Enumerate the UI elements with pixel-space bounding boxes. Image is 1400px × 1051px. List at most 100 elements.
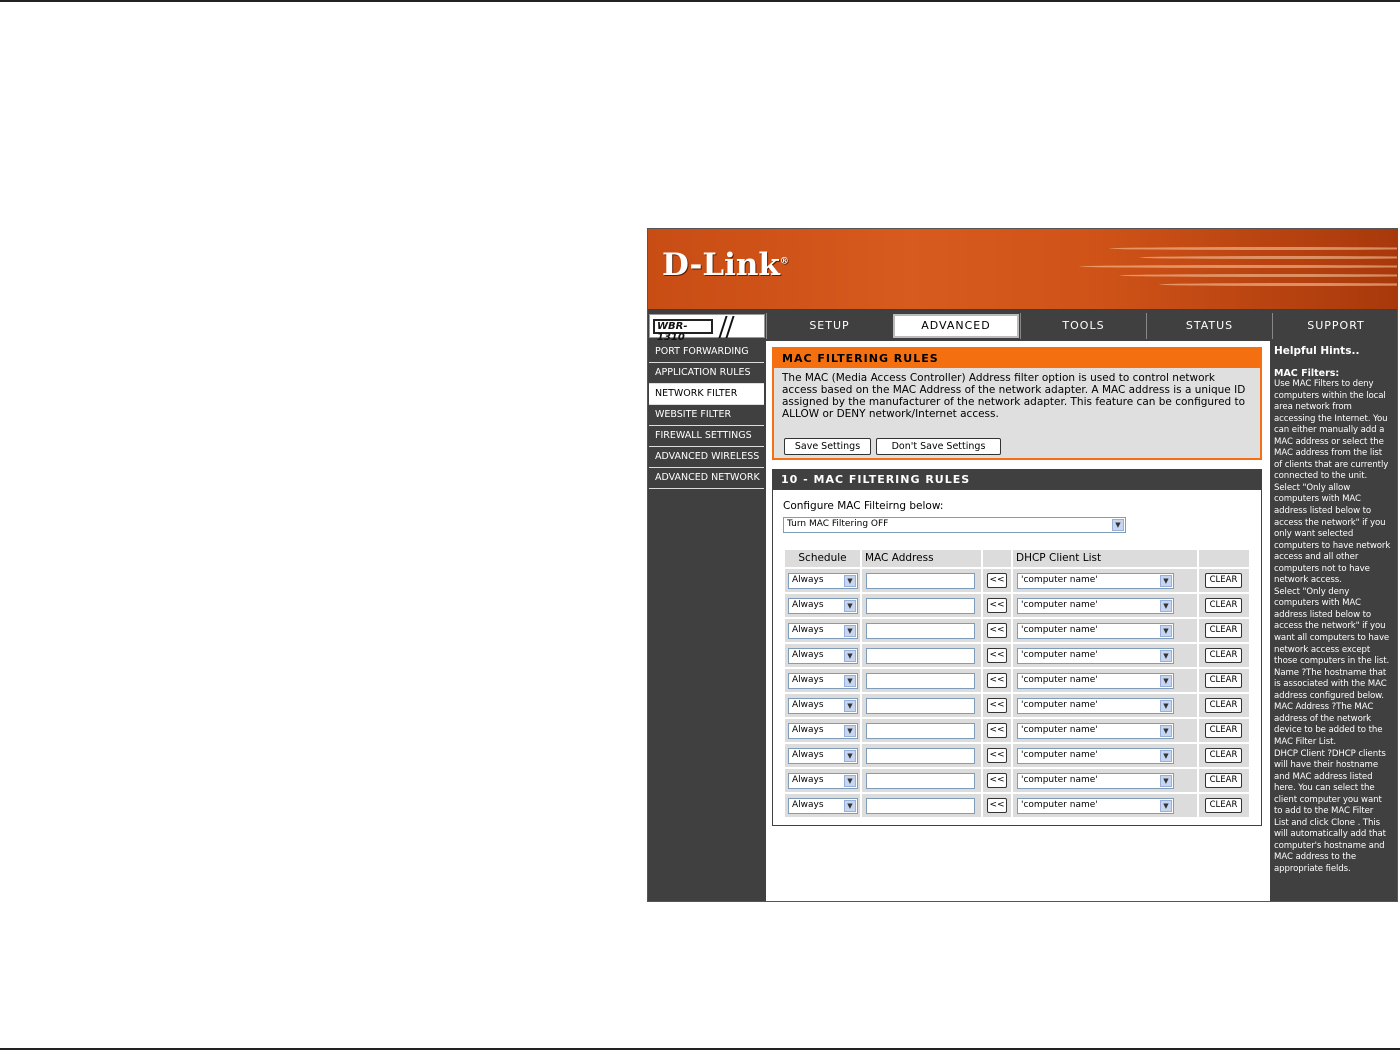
- hint-line: can either manually add a: [1274, 425, 1385, 436]
- clear-button[interactable]: CLEAR: [1205, 673, 1242, 688]
- clone-button[interactable]: <<: [987, 648, 1007, 663]
- tab-support[interactable]: SUPPORT: [1272, 313, 1397, 339]
- schedule-header: Schedule: [785, 550, 860, 567]
- dhcp-client-value: 'computer name': [1021, 800, 1098, 810]
- clear-header: [1199, 550, 1249, 567]
- dhcp-client-value: 'computer name': [1021, 600, 1098, 610]
- schedule-value: Always: [792, 650, 824, 660]
- mac-address-input[interactable]: [866, 773, 975, 789]
- dhcp-client-select[interactable]: 'computer name' ▼: [1017, 673, 1174, 689]
- mac-address-input[interactable]: [866, 723, 975, 739]
- clone-button[interactable]: <<: [987, 598, 1007, 613]
- mac-address-input[interactable]: [866, 598, 975, 614]
- clear-button[interactable]: CLEAR: [1205, 648, 1242, 663]
- schedule-select[interactable]: Always ▼: [788, 673, 858, 689]
- schedule-value: Always: [792, 675, 824, 685]
- schedule-select[interactable]: Always ▼: [788, 698, 858, 714]
- sidebar-item-website-filter[interactable]: WEBSITE FILTER: [649, 405, 764, 426]
- sidebar-item-application-rules[interactable]: APPLICATION RULES: [649, 363, 764, 384]
- mac-address-input[interactable]: [866, 573, 975, 589]
- dhcp-client-select[interactable]: 'computer name' ▼: [1017, 773, 1174, 789]
- hint-line: to add to the MAC Filter: [1274, 806, 1374, 817]
- hint-line: address of the network: [1274, 713, 1372, 724]
- clear-button[interactable]: CLEAR: [1205, 573, 1242, 588]
- dhcp-client-select[interactable]: 'computer name' ▼: [1017, 748, 1174, 764]
- clone-button[interactable]: <<: [987, 723, 1007, 738]
- dhcp-client-select[interactable]: 'computer name' ▼: [1017, 648, 1174, 664]
- clone-button[interactable]: <<: [987, 673, 1007, 688]
- dont-save-settings-button[interactable]: Don't Save Settings: [876, 438, 1001, 455]
- sidebar-item-firewall-settings[interactable]: FIREWALL SETTINGS: [649, 426, 764, 447]
- mac-filter-mode-value: Turn MAC Filtering OFF: [787, 519, 889, 529]
- chevron-down-icon: ▼: [844, 650, 856, 662]
- dhcp-client-list-header: DHCP Client List: [1013, 550, 1197, 567]
- mac-address-input[interactable]: [866, 623, 975, 639]
- clone-button[interactable]: <<: [987, 623, 1007, 638]
- schedule-select[interactable]: Always ▼: [788, 798, 858, 814]
- mac-address-input[interactable]: [866, 798, 975, 814]
- schedule-select[interactable]: Always ▼: [788, 748, 858, 764]
- hint-line: MAC address from the list: [1274, 448, 1383, 459]
- schedule-select[interactable]: Always ▼: [788, 573, 858, 589]
- schedule-select[interactable]: Always ▼: [788, 623, 858, 639]
- chevron-down-icon: ▼: [844, 675, 856, 687]
- dhcp-client-select[interactable]: 'computer name' ▼: [1017, 623, 1174, 639]
- schedule-value: Always: [792, 700, 824, 710]
- mac-address-header: MAC Address: [862, 550, 981, 567]
- hint-line: MAC address or select the: [1274, 436, 1384, 447]
- schedule-select[interactable]: Always ▼: [788, 773, 858, 789]
- clear-button[interactable]: CLEAR: [1205, 723, 1242, 738]
- clear-button[interactable]: CLEAR: [1205, 798, 1242, 813]
- schedule-select[interactable]: Always ▼: [788, 648, 858, 664]
- model-label: WBR-1310: [653, 319, 713, 343]
- clone-button[interactable]: <<: [987, 748, 1007, 763]
- hint-line: network access.: [1274, 575, 1342, 586]
- dhcp-client-select[interactable]: 'computer name' ▼: [1017, 798, 1174, 814]
- chevron-down-icon: ▼: [1160, 775, 1172, 787]
- main-content: MAC FILTERING RULES The MAC (Media Acces…: [766, 341, 1270, 901]
- tab-tools[interactable]: TOOLS: [1020, 313, 1146, 339]
- schedule-value: Always: [792, 575, 824, 585]
- clone-button[interactable]: <<: [987, 573, 1007, 588]
- clone-button[interactable]: <<: [987, 698, 1007, 713]
- slash-decoration: [725, 316, 735, 338]
- schedule-select[interactable]: Always ▼: [788, 598, 858, 614]
- chevron-down-icon: ▼: [1160, 800, 1172, 812]
- clear-button[interactable]: CLEAR: [1205, 698, 1242, 713]
- hint-line: MAC Address ?The MAC: [1274, 702, 1374, 713]
- mac-address-input[interactable]: [866, 748, 975, 764]
- clear-button[interactable]: CLEAR: [1205, 598, 1242, 613]
- mac-filter-mode-select[interactable]: Turn MAC Filtering OFF ▼: [783, 517, 1126, 533]
- mac-address-input[interactable]: [866, 673, 975, 689]
- helpful-hints: Helpful Hints.. MAC Filters: Use MAC Fil…: [1272, 341, 1397, 901]
- save-settings-button[interactable]: Save Settings: [784, 438, 871, 455]
- hint-line: here. You can select the: [1274, 783, 1375, 794]
- hints-title: Helpful Hints..: [1274, 345, 1360, 357]
- chevron-down-icon: ▼: [844, 625, 856, 637]
- dhcp-client-value: 'computer name': [1021, 700, 1098, 710]
- dhcp-client-select[interactable]: 'computer name' ▼: [1017, 698, 1174, 714]
- tab-advanced[interactable]: ADVANCED: [893, 314, 1019, 338]
- mac-address-input[interactable]: [866, 648, 975, 664]
- clone-button[interactable]: <<: [987, 773, 1007, 788]
- clear-button[interactable]: CLEAR: [1205, 773, 1242, 788]
- tab-setup[interactable]: SETUP: [766, 313, 892, 339]
- sidebar-item-network-filter[interactable]: NETWORK FILTER: [649, 384, 764, 405]
- clone-button[interactable]: <<: [987, 798, 1007, 813]
- sidebar-item-port-forwarding[interactable]: PORT FORWARDING: [649, 342, 764, 363]
- dhcp-client-select[interactable]: 'computer name' ▼: [1017, 573, 1174, 589]
- schedule-value: Always: [792, 800, 824, 810]
- mac-address-input[interactable]: [866, 698, 975, 714]
- dhcp-client-select[interactable]: 'computer name' ▼: [1017, 598, 1174, 614]
- sidebar-item-advanced-network[interactable]: ADVANCED NETWORK: [649, 468, 764, 489]
- sidebar-item-advanced-wireless[interactable]: ADVANCED WIRELESS: [649, 447, 764, 468]
- hint-line: computers with MAC: [1274, 494, 1361, 505]
- dhcp-client-value: 'computer name': [1021, 775, 1098, 785]
- schedule-select[interactable]: Always ▼: [788, 723, 858, 739]
- chevron-down-icon: ▼: [844, 775, 856, 787]
- clear-button[interactable]: CLEAR: [1205, 748, 1242, 763]
- clear-button[interactable]: CLEAR: [1205, 623, 1242, 638]
- dhcp-client-select[interactable]: 'computer name' ▼: [1017, 723, 1174, 739]
- tab-status[interactable]: STATUS: [1146, 313, 1272, 339]
- hint-line: Select "Only deny: [1274, 586, 1350, 597]
